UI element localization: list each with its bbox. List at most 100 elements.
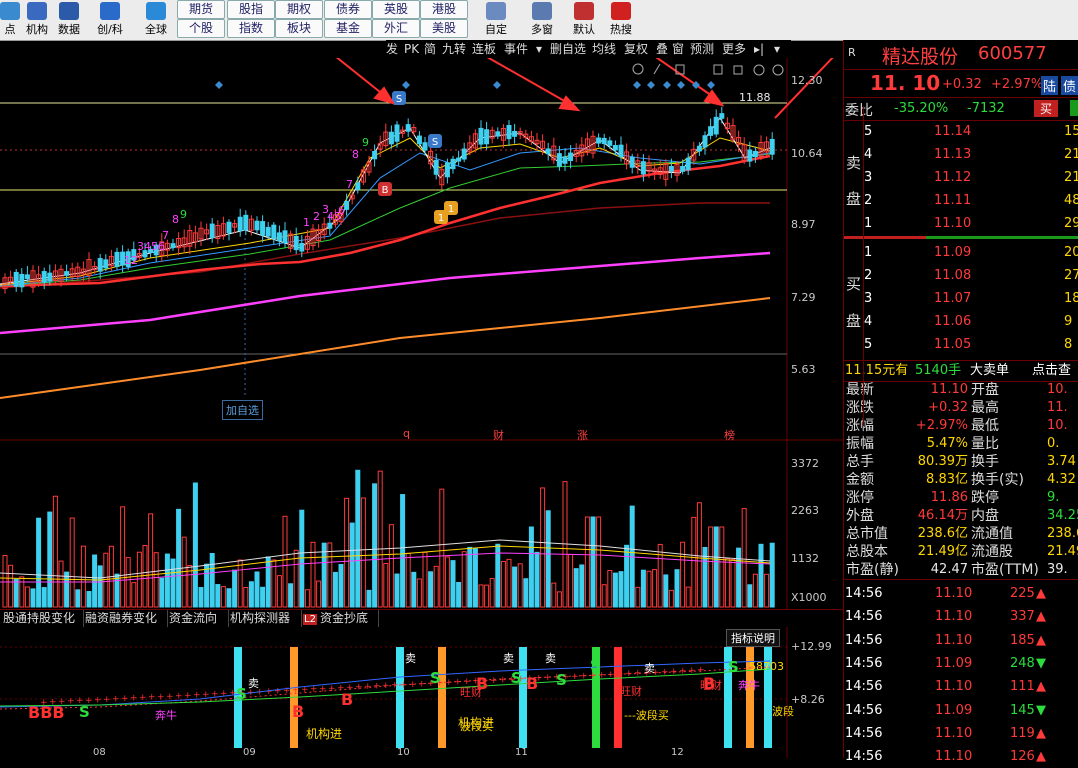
market-button-英股[interactable]: 英股 [372, 0, 420, 19]
indicator-signal-label: 旺财 [620, 684, 642, 698]
orderbook-row[interactable]: 2 11.11 48 [844, 190, 1078, 212]
chart-menu-item[interactable]: 叠 [656, 41, 668, 57]
orderbook-row[interactable]: 3 11.12 21 [844, 167, 1078, 189]
chart-menu-item[interactable]: PK [404, 41, 419, 57]
gauge-icon [0, 2, 20, 20]
stat-label: 市盈(TTM) [971, 562, 1039, 578]
market-button-期权[interactable]: 期权 [275, 0, 323, 19]
chart-menu-item[interactable]: ▸| [754, 41, 764, 57]
market-button-美股[interactable]: 美股 [420, 19, 468, 38]
market-button-指数[interactable]: 指数 [227, 19, 275, 38]
candle [456, 157, 462, 162]
chart-menu-item[interactable]: 删自选 [550, 41, 586, 57]
sell-button[interactable] [1070, 100, 1078, 116]
indicator-chart[interactable]: + + + + + + + + + + + + + + + + + + + + + + + + + + + + + + + + + + + + + + + +… [0, 627, 843, 758]
stat-label: 内盘 [971, 508, 999, 524]
chart-menu: 发 PK 简九转 连板 事件 ▾ 删自选 均线 复权叠窗预测 更多 ▸| ▾ [386, 40, 791, 58]
market-button-股指[interactable]: 股指 [227, 0, 275, 19]
toolbar-button-5[interactable]: 自定 [476, 0, 516, 40]
volume-bar [747, 584, 753, 608]
stat-label: 流通值 [971, 526, 1013, 542]
market-button-港股[interactable]: 港股 [420, 0, 468, 19]
candle [629, 157, 635, 168]
orderbook-price: 11.09 [934, 245, 972, 260]
toolbar-button-label: 机构 [26, 23, 48, 36]
chart-menu-item[interactable]: 连板 [472, 41, 496, 57]
orderbook-price: 11.11 [934, 193, 972, 208]
toolbar-button-4[interactable]: 全球 [136, 0, 176, 40]
orderbook-row[interactable]: 4 11.13 21 [844, 144, 1078, 166]
svg-text:6: 6 [338, 204, 345, 217]
stat-row: 总市值 238.6亿流通值 238.6 [844, 525, 1078, 543]
stat-row: 外盘 46.14万内盘 34.25 [844, 507, 1078, 525]
chart-menu-item[interactable]: 均线 [592, 41, 616, 57]
toolbar-button-6[interactable]: 多窗 [522, 0, 562, 40]
orderbook-level: 4 [864, 314, 873, 329]
indicator-signal-bar [396, 647, 404, 748]
chart-menu-item[interactable]: ▾ [774, 41, 780, 57]
chart-menu-item[interactable]: 复权 [624, 41, 648, 57]
toolbar-button-3[interactable]: 创/科 [86, 0, 134, 40]
market-button-基金[interactable]: 基金 [324, 19, 372, 38]
stat-row: 金额 8.83亿 换手(实) 4.32 [844, 471, 1078, 489]
market-button-债券[interactable]: 债券 [324, 0, 372, 19]
indicator-tab[interactable]: 融资融券变化 [82, 610, 168, 627]
market-button-个股[interactable]: 个股 [177, 19, 225, 38]
svg-text:1: 1 [438, 213, 444, 224]
chart-menu-item[interactable]: 事件 [504, 41, 528, 57]
orderbook-row[interactable]: 3 11.07 18 [844, 288, 1078, 310]
indicator-dot: + [445, 678, 453, 688]
toolbar-button-7[interactable]: 默认 [566, 0, 602, 40]
chart-event-tag[interactable]: 涨 [577, 427, 588, 443]
chart-event-tag[interactable]: 榜 [724, 427, 735, 443]
orderbook-row[interactable]: 4 11.06 9 [844, 311, 1078, 333]
candle [461, 148, 467, 160]
chart-menu-item[interactable]: 更多 [722, 41, 746, 57]
chart-menu-item[interactable]: 窗 [672, 41, 684, 57]
chart-menu-item[interactable]: ▾ [536, 41, 542, 57]
orderbook-row[interactable]: 1 11.10 29 [844, 213, 1078, 235]
toolbar-button-0[interactable]: 点 [0, 0, 20, 40]
indicator-explain-button[interactable]: 指标说明 [726, 629, 780, 647]
orderbook-row[interactable]: 1 11.09 20 [844, 242, 1078, 264]
arrow-up-icon: ▲ [1036, 609, 1046, 625]
indicator-dot: + [94, 695, 102, 705]
svg-text:8: 8 [172, 213, 179, 226]
indicator-tab[interactable]: 机构探测器 [227, 610, 302, 627]
svg-text:7: 7 [162, 229, 169, 242]
chart-menu-item[interactable]: 预测 [690, 41, 714, 57]
trade-time: 14:56 [845, 725, 883, 741]
buy-button[interactable]: 买 [1034, 100, 1059, 117]
volume-bar [769, 542, 775, 608]
kline-chart[interactable]: S S B 1 1 11.88 12345678 9 1 23456 789 [0, 58, 843, 609]
orderbook-row[interactable]: 5 11.05 8 [844, 334, 1078, 356]
indicator-signal-label: B [703, 674, 715, 693]
chart-menu-item[interactable]: 发 [386, 41, 398, 57]
orderbook-row[interactable]: 2 11.08 27 [844, 265, 1078, 287]
market-button-板块[interactable]: 板块 [275, 19, 323, 38]
trade-volume: 225 [1010, 586, 1035, 601]
market-button-期货[interactable]: 期货 [177, 0, 225, 19]
toolbar-button-8[interactable]: 热搜 [606, 0, 636, 40]
indicator-tab[interactable]: 股通持股变化 [0, 610, 84, 627]
chart-menu-item[interactable]: 九转 [442, 41, 466, 57]
indicator-tab[interactable]: L2 资金抄底 [300, 610, 379, 627]
trade-price: 11.10 [935, 725, 973, 741]
stat-row: 振幅 5.47% 量比 0. [844, 435, 1078, 453]
chart-event-tag[interactable]: q [403, 427, 410, 440]
toolbar-button-1[interactable]: 机构 [22, 0, 52, 40]
trade-time: 14:56 [845, 655, 883, 671]
orderbook-level: 1 [864, 245, 873, 260]
volume-bar [332, 571, 338, 608]
market-button-外汇[interactable]: 外汇 [372, 19, 420, 38]
chart-menu-item[interactable]: 简 [424, 41, 436, 57]
orderbook-row[interactable]: 5 11.14 15 [844, 121, 1078, 143]
svg-text:12: 12 [124, 254, 138, 267]
indicator-dot: + [121, 694, 129, 704]
chart-event-tag[interactable]: 财 [493, 427, 504, 443]
stat-label: 最低 [971, 418, 999, 434]
big-order-link[interactable]: 点击查 [1032, 361, 1071, 381]
indicator-tab[interactable]: 资金流向 [166, 610, 229, 627]
add-watch-label[interactable]: 加自选 [222, 400, 263, 420]
toolbar-button-2[interactable]: 数据 [52, 0, 86, 40]
